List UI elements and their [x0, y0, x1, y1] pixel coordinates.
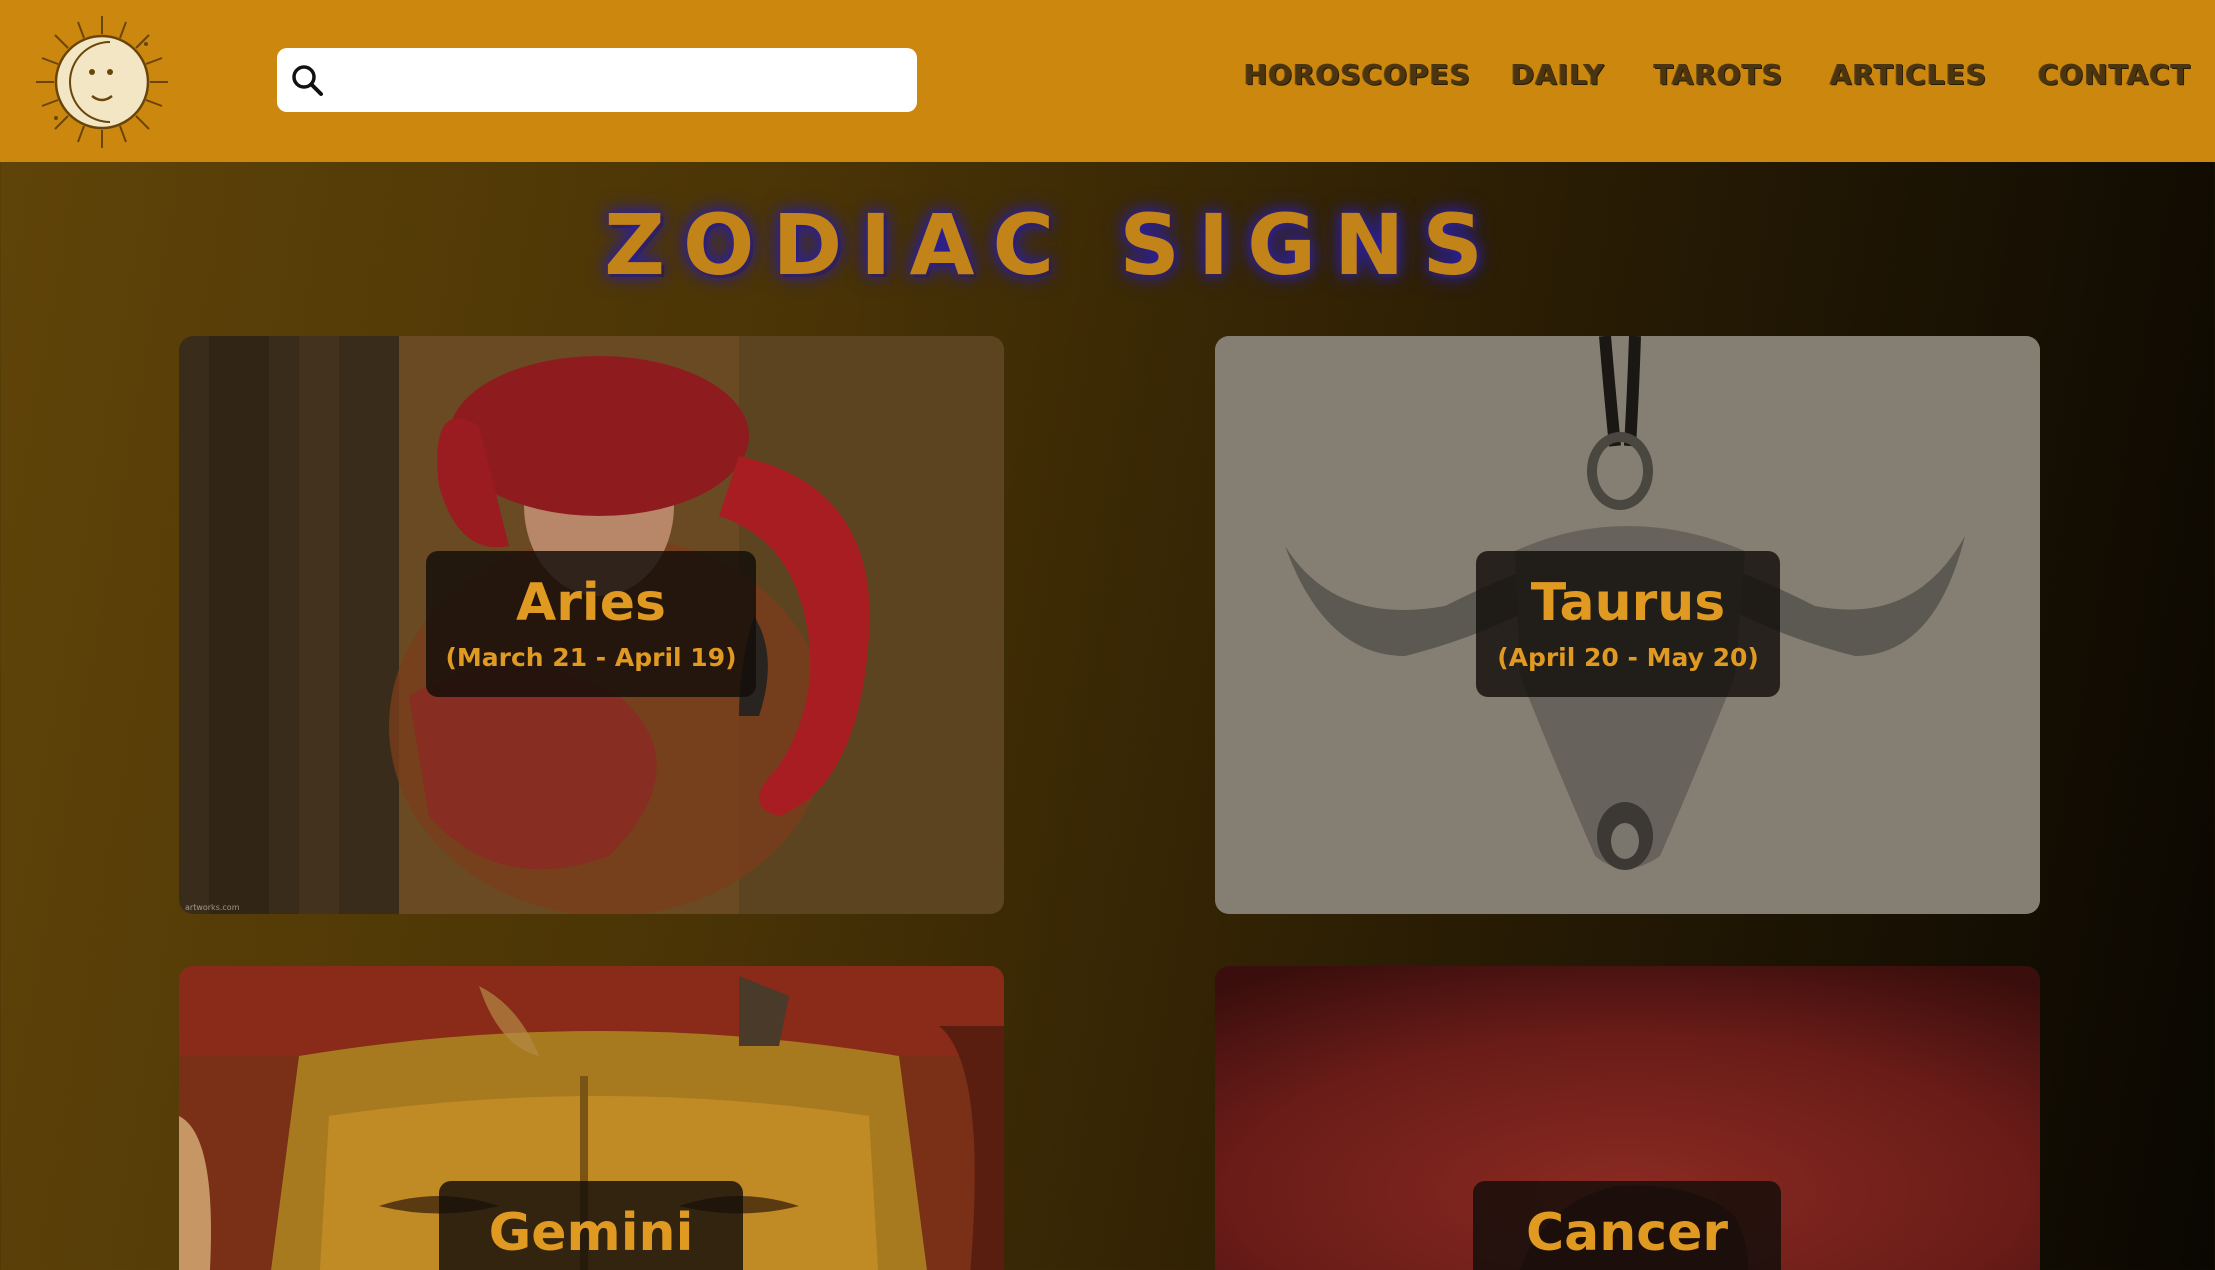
sign-label-cancer: Cancer [1473, 1181, 1781, 1270]
sign-label-taurus: Taurus (April 20 - May 20) [1476, 551, 1780, 697]
page-title: ZODIAC SIGNS [0, 196, 2215, 294]
sign-card-gemini[interactable]: Gemini [179, 966, 1004, 1270]
sign-dates: (March 21 - April 19) [445, 643, 737, 672]
nav-tarots[interactable]: TAROTS [1654, 58, 1783, 102]
sign-dates: (April 20 - May 20) [1497, 643, 1759, 672]
sign-name: Aries [516, 573, 666, 633]
site-header: HOROSCOPES DAILY TAROTS ARTICLES CONTACT [0, 0, 2215, 162]
sign-name: Taurus [1530, 573, 1726, 633]
search-bar[interactable] [277, 48, 917, 112]
nav-articles[interactable]: ARTICLES [1830, 58, 1987, 102]
sign-name: Gemini [488, 1203, 694, 1263]
nav-contact[interactable]: CONTACT [2038, 58, 2191, 102]
image-watermark: artworks.com [185, 903, 240, 912]
search-input[interactable] [333, 58, 907, 104]
search-icon[interactable] [287, 60, 327, 100]
sign-label-gemini: Gemini [439, 1181, 743, 1270]
nav-daily[interactable]: DAILY [1511, 58, 1605, 102]
sign-name: Cancer [1525, 1203, 1728, 1263]
sun-moon-logo-icon[interactable] [34, 14, 170, 150]
sign-card-cancer[interactable]: Cancer [1215, 966, 2040, 1270]
sign-card-taurus[interactable]: Taurus (April 20 - May 20) [1215, 336, 2040, 914]
nav-horoscopes[interactable]: HOROSCOPES [1244, 58, 1471, 102]
sign-card-aries[interactable]: Aries (March 21 - April 19) artworks.com [179, 336, 1004, 914]
sign-label-aries: Aries (March 21 - April 19) [426, 551, 756, 697]
page-title-text: ZODIAC SIGNS [604, 196, 1501, 294]
